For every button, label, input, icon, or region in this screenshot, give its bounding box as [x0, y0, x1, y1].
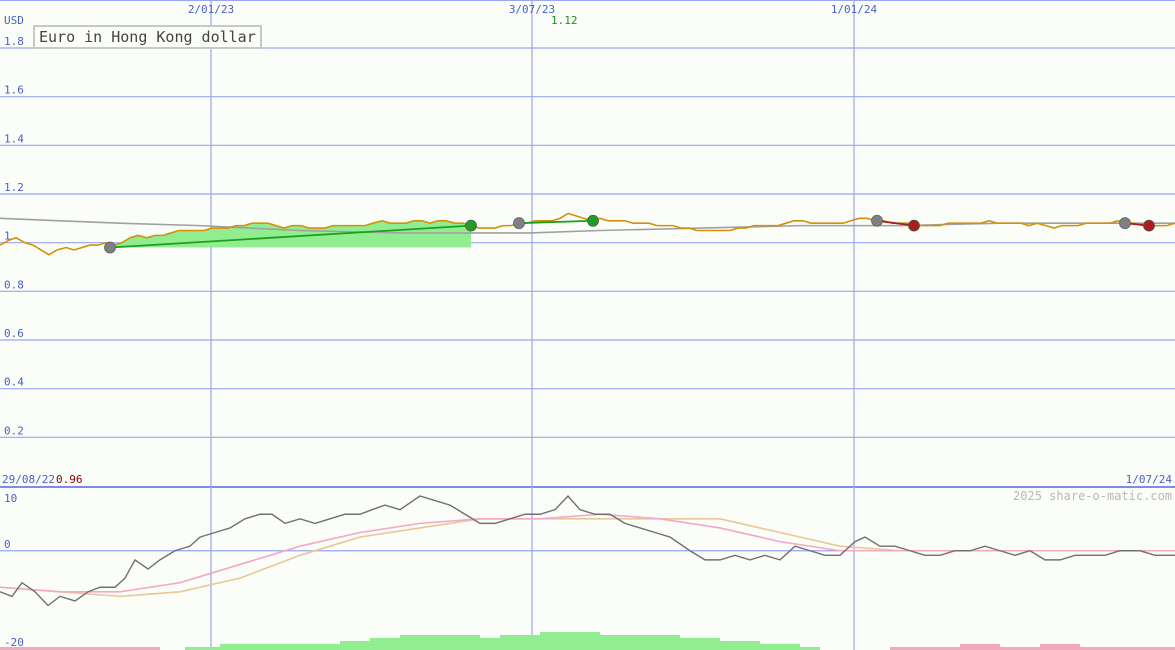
- histogram-bar: [440, 635, 480, 650]
- histogram-bar: [600, 635, 640, 650]
- histogram-bar: [960, 644, 1000, 650]
- histogram-bar: [300, 644, 340, 650]
- chart-title: Euro in Hong Kong dollar: [33, 25, 262, 49]
- histogram-bar: [370, 638, 400, 650]
- trade-exit-marker: [908, 219, 920, 232]
- histogram-bar: [720, 641, 760, 650]
- histogram-bar: [570, 632, 600, 650]
- indicator-y-tick-label: 10: [4, 492, 17, 505]
- y-tick-label: 1: [4, 230, 11, 243]
- trade-entry-marker: [513, 217, 525, 230]
- histogram-bar: [220, 644, 260, 650]
- y-tick-label: 1.6: [4, 84, 24, 97]
- max-value-label: 1.12: [551, 14, 578, 27]
- trade-entry-marker: [871, 214, 883, 227]
- y-tick-label: 1.2: [4, 181, 24, 194]
- end-date-label: 1/07/24: [1126, 473, 1173, 486]
- trade-entry-marker: [104, 241, 116, 254]
- unit-label: USD: [4, 14, 24, 27]
- price-chart: 1.8 1.6 1.4 1.2 1 0.8 0.6 0.4 0.2 10 0 -20 2/01/23 3…: [0, 0, 1175, 650]
- x-tick-label: 3/07/23: [509, 3, 555, 16]
- x-tick-label: 2/01/23: [188, 3, 234, 16]
- copyright-text: 2025 share-o-matic.com: [1013, 489, 1172, 503]
- start-date-label: 29/08/22: [2, 473, 55, 486]
- histogram-bar: [540, 632, 570, 650]
- x-tick-label: 1/01/24: [831, 3, 878, 16]
- histogram-bar: [680, 638, 720, 650]
- y-tick-label: 0.8: [4, 278, 24, 291]
- y-tick-label: 0.2: [4, 424, 24, 437]
- y-tick-label: 0.4: [4, 376, 24, 389]
- indicator-y-tick-label: -20: [4, 636, 24, 649]
- trade-exit-marker: [1143, 219, 1155, 232]
- histogram-bar: [340, 641, 370, 650]
- y-tick-label: 1.4: [4, 132, 24, 145]
- histogram-bar: [260, 644, 300, 650]
- histogram-bar: [480, 638, 500, 650]
- y-tick-label: 0.6: [4, 327, 24, 340]
- min-value-label: 0.96: [56, 473, 83, 486]
- histogram-bar: [400, 635, 440, 650]
- trade-entry-marker: [1119, 217, 1131, 230]
- trade-exit-marker: [587, 214, 599, 227]
- histogram-bar: [640, 635, 680, 650]
- indicator-y-tick-label: 0: [4, 538, 11, 551]
- histogram-bar: [1040, 644, 1080, 650]
- trade-exit-marker: [465, 219, 477, 232]
- y-tick-label: 1.8: [4, 35, 24, 48]
- histogram-bar: [500, 635, 540, 650]
- histogram-bar: [760, 644, 800, 650]
